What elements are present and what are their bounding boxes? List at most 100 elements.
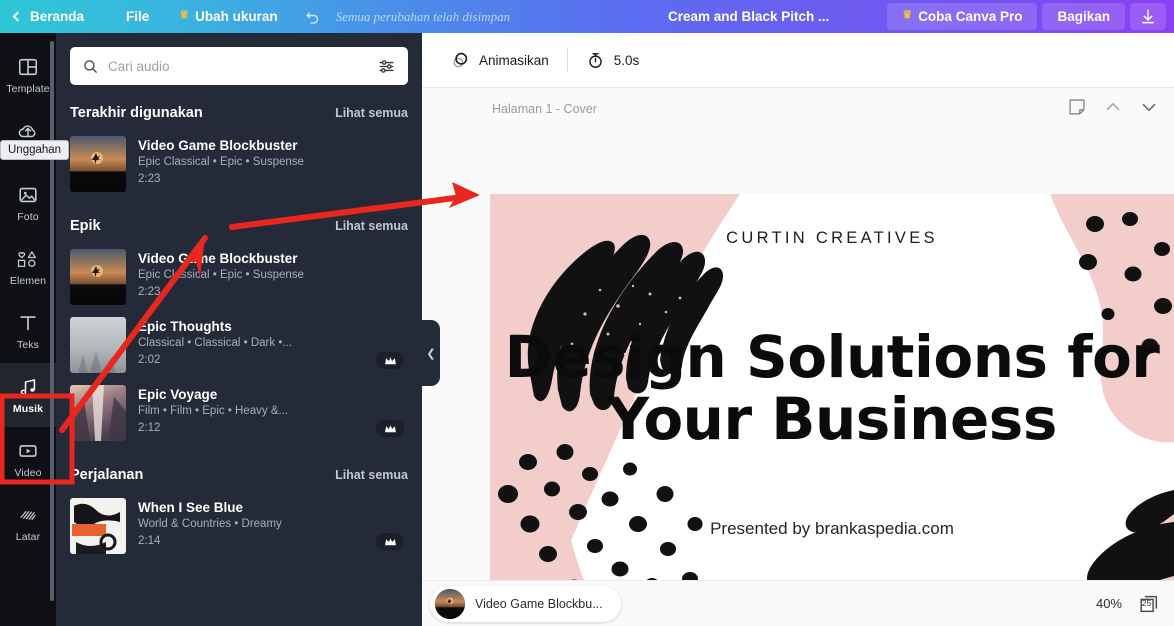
undo-arrow-icon[interactable] bbox=[304, 8, 322, 26]
track-row[interactable]: Video Game Blockbuster Epic Classical • … bbox=[56, 130, 422, 198]
track-row[interactable]: When I See Blue World & Countries • Drea… bbox=[56, 492, 422, 560]
track-meta: Video Game Blockbuster Epic Classical • … bbox=[138, 136, 408, 187]
track-name: Epic Thoughts bbox=[138, 319, 232, 334]
document-title-text: Cream and Black Pitch ... bbox=[668, 9, 830, 24]
home-label: Beranda bbox=[30, 9, 85, 24]
track-tags: Epic Classical • Epic • Suspense bbox=[138, 269, 304, 281]
section-header-epik: Epik Lihat semua bbox=[56, 198, 422, 243]
track-duration: 2:12 bbox=[138, 422, 161, 434]
video-play-icon bbox=[19, 444, 37, 457]
track-tags: World & Countries • Dreamy bbox=[138, 518, 282, 530]
save-status-text: Semua perubahan telah disimpan bbox=[335, 8, 511, 24]
top-bar-actions: ♛ Coba Canva Pro Bagikan bbox=[887, 0, 1174, 33]
chevron-left-icon: ❮ bbox=[426, 347, 436, 360]
waterfall-icon bbox=[70, 385, 126, 441]
share-button[interactable]: Bagikan bbox=[1042, 3, 1125, 30]
track-duration: 2:14 bbox=[138, 535, 161, 547]
page-count-text: 25 bbox=[1141, 598, 1152, 608]
bottom-bar-right: 40% 25 bbox=[1096, 593, 1160, 615]
resize-label: Ubah ukuran bbox=[195, 9, 278, 24]
design-page[interactable]: CURTIN CREATIVES Design Solutions for Yo… bbox=[490, 194, 1174, 594]
cloud-upload-icon bbox=[18, 124, 36, 137]
pages-stack-icon[interactable]: 25 bbox=[1138, 593, 1160, 615]
search-area bbox=[56, 33, 422, 85]
tooltip-unggahan: Unggahan bbox=[0, 140, 70, 160]
audio-chip-label: Video Game Blockbu... bbox=[475, 596, 603, 611]
design-headline-1: Design Solutions for bbox=[505, 323, 1161, 391]
editor-toolbar: Animasikan 5.0s bbox=[422, 33, 1174, 88]
section-header-perjalanan: Perjalanan Lihat semua bbox=[56, 447, 422, 492]
see-all-link[interactable]: Lihat semua bbox=[335, 106, 408, 120]
download-button[interactable] bbox=[1130, 3, 1166, 30]
abstract-bw-orange-icon bbox=[70, 498, 126, 554]
track-tags: Epic Classical • Epic • Suspense bbox=[138, 156, 304, 168]
see-all-link[interactable]: Lihat semua bbox=[335, 468, 408, 482]
photo-image-icon bbox=[19, 187, 37, 202]
sidebar-item-musik[interactable]: Musik bbox=[0, 363, 56, 427]
sunset-silhouette-icon bbox=[70, 249, 126, 305]
page-tools bbox=[1066, 96, 1160, 118]
crown-icon bbox=[384, 537, 396, 545]
panel-collapse-button[interactable]: ❮ bbox=[422, 320, 440, 386]
canvas-area: Halaman 1 - Cover CURTIN CREATIVES Desig… bbox=[422, 88, 1174, 626]
audio-thumb-icon bbox=[435, 588, 465, 619]
pro-badge bbox=[376, 352, 404, 369]
crown-icon: ♛ bbox=[179, 9, 190, 21]
animate-label: Animasikan bbox=[479, 52, 549, 68]
section-header-recent: Terakhir digunakan Lihat semua bbox=[56, 85, 422, 130]
notes-page-icon[interactable] bbox=[1066, 96, 1088, 118]
sidebar-item-elemen[interactable]: Elemen bbox=[0, 235, 56, 299]
chevron-down-icon[interactable] bbox=[1138, 96, 1160, 118]
sidebar-item-unggahan[interactable]: Unggahan bbox=[0, 107, 56, 171]
see-all-link[interactable]: Lihat semua bbox=[335, 219, 408, 233]
track-row[interactable]: Video Game Blockbuster Epic Classical • … bbox=[56, 243, 422, 311]
left-tool-rail: Template Unggahan Foto Ele bbox=[0, 33, 56, 626]
resize-button[interactable]: ♛ Ubah ukuran bbox=[167, 0, 289, 33]
section-title: Perjalanan bbox=[70, 467, 144, 483]
file-label: File bbox=[126, 9, 150, 24]
sidebar-label-foto: Foto bbox=[17, 210, 39, 223]
chevron-up-icon[interactable] bbox=[1102, 96, 1124, 118]
try-canva-pro-label: Coba Canva Pro bbox=[918, 9, 1023, 24]
design-headline-2: Your Business bbox=[606, 385, 1057, 453]
sliders-filter-icon[interactable] bbox=[377, 57, 396, 76]
search-input[interactable] bbox=[108, 58, 368, 74]
animate-button[interactable]: Animasikan bbox=[436, 44, 563, 76]
track-name: Epic Voyage bbox=[138, 387, 218, 402]
duration-button[interactable]: 5.0s bbox=[572, 45, 654, 76]
sidebar-label-musik: Musik bbox=[12, 402, 44, 415]
download-icon bbox=[1142, 9, 1154, 23]
editor-area: Animasikan 5.0s Halaman 1 - Cover CURTIN… bbox=[422, 33, 1174, 626]
track-meta: When I See Blue World & Countries • Drea… bbox=[138, 498, 408, 549]
stopwatch-icon bbox=[589, 52, 602, 68]
duration-label: 5.0s bbox=[613, 52, 640, 68]
track-thumbnail bbox=[70, 317, 126, 373]
page-label: Halaman 1 - Cover bbox=[492, 102, 597, 116]
section-title: Terakhir digunakan bbox=[70, 105, 203, 121]
sidebar-label-latar: Latar bbox=[15, 530, 41, 543]
sidebar-item-template[interactable]: Template bbox=[0, 43, 56, 107]
track-row[interactable]: Epic Voyage Film • Film • Epic • Heavy &… bbox=[56, 379, 422, 447]
music-note-icon bbox=[20, 378, 36, 395]
file-menu-button[interactable]: File bbox=[96, 0, 167, 33]
shapes-elements-icon bbox=[17, 250, 36, 267]
background-hatch-icon bbox=[20, 510, 36, 520]
track-name: Video Game Blockbuster bbox=[138, 138, 298, 153]
sidebar-item-latar[interactable]: Latar bbox=[0, 491, 56, 555]
track-meta: Video Game Blockbuster Epic Classical • … bbox=[138, 249, 408, 300]
search-icon bbox=[84, 59, 97, 73]
rail-scrollbar[interactable] bbox=[50, 41, 54, 601]
foggy-forest-icon bbox=[70, 317, 126, 373]
track-row[interactable]: Epic Thoughts Classical • Classical • Da… bbox=[56, 311, 422, 379]
sidebar-item-foto[interactable]: Foto bbox=[0, 171, 56, 235]
zoom-level[interactable]: 40% bbox=[1096, 596, 1122, 611]
music-side-panel: Terakhir digunakan Lihat semua Video Gam… bbox=[56, 33, 422, 626]
sidebar-item-video[interactable]: Video bbox=[0, 427, 56, 491]
document-title[interactable]: Cream and Black Pitch ... bbox=[668, 0, 829, 33]
try-canva-pro-button[interactable]: ♛ Coba Canva Pro bbox=[887, 3, 1038, 30]
audio-track-chip[interactable]: Video Game Blockbu... bbox=[430, 585, 621, 622]
home-back-button[interactable]: Beranda bbox=[0, 0, 96, 33]
search-box[interactable] bbox=[70, 47, 408, 85]
sidebar-item-teks[interactable]: Teks bbox=[0, 299, 56, 363]
sunset-silhouette-icon bbox=[70, 136, 126, 192]
